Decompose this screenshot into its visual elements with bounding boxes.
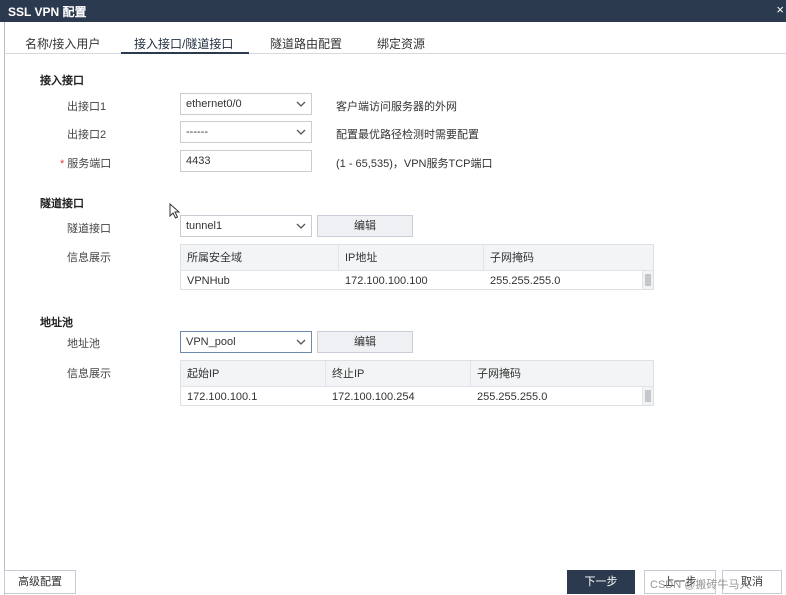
section-access-interface: 接入接口 xyxy=(40,75,84,87)
table-cell: 172.100.100.1 xyxy=(187,391,258,403)
chevron-down-icon xyxy=(296,101,306,107)
vertical-scrollbar[interactable] xyxy=(642,271,653,289)
chevron-down-icon xyxy=(296,339,306,345)
column-header: 子网掩码 xyxy=(490,252,534,264)
address-pool-label: 地址池 xyxy=(67,338,100,350)
active-tab-indicator xyxy=(121,52,249,54)
tunnel-info-table: 所属安全域 IP地址 子网掩码 VPNHub 172.100.100.100 2… xyxy=(180,244,654,290)
address-pool-select[interactable]: VPN_pool xyxy=(180,331,312,353)
address-pool-value: VPN_pool xyxy=(186,336,236,348)
tunnel-edit-button[interactable]: 编辑 xyxy=(317,215,413,237)
column-header: 起始IP xyxy=(181,361,326,387)
chevron-down-icon xyxy=(296,129,306,135)
tab-name-users[interactable]: 名称/接入用户 xyxy=(25,35,100,52)
service-port-input[interactable]: 4433 xyxy=(180,150,312,172)
dialog-title: SSL VPN 配置 xyxy=(8,5,87,19)
scrollbar-thumb[interactable] xyxy=(645,390,651,402)
watermark: CSDN @搬砖牛马人 xyxy=(650,579,751,591)
service-port-label: * 服务端口 xyxy=(60,155,111,171)
service-port-label-text: 服务端口 xyxy=(67,158,112,170)
advanced-config-button[interactable]: 高级配置 xyxy=(4,570,76,594)
column-header: 子网掩码 xyxy=(477,368,521,380)
tunnel-interface-value: tunnel1 xyxy=(186,220,223,232)
tunnel-info-label: 信息展示 xyxy=(67,252,111,264)
service-port-hint: (1 - 65,535)，VPN服务TCP端口 xyxy=(336,158,493,170)
out-interface1-hint: 客户端访问服务器的外网 xyxy=(336,101,457,113)
out-interface2-label: 出接口2 xyxy=(67,129,107,141)
tunnel-interface-label: 隧道接口 xyxy=(67,223,111,235)
mouse-cursor-icon xyxy=(169,203,181,219)
required-marker: * xyxy=(60,158,65,170)
out-interface1-label: 出接口1 xyxy=(67,101,107,113)
table-cell: VPNHub xyxy=(187,275,230,287)
section-tunnel-interface: 隧道接口 xyxy=(40,198,84,210)
chevron-down-icon xyxy=(296,223,306,229)
tab-bar: 名称/接入用户 接入接口/隧道接口 隧道路由配置 绑定资源 xyxy=(5,30,786,54)
pool-info-label: 信息展示 xyxy=(67,368,111,380)
column-header: IP地址 xyxy=(339,245,484,271)
tab-access-tunnel-interface[interactable]: 接入接口/隧道接口 xyxy=(134,35,233,52)
ssl-vpn-dialog: 名称/接入用户 接入接口/隧道接口 隧道路由配置 绑定资源 接入接口 出接口1 … xyxy=(4,22,786,595)
column-header: 所属安全域 xyxy=(181,245,339,271)
tab-bind-resource[interactable]: 绑定资源 xyxy=(377,35,425,52)
section-address-pool: 地址池 xyxy=(40,317,73,329)
out-interface1-select[interactable]: ethernet0/0 xyxy=(180,93,312,115)
table-header: 起始IP 终止IP 子网掩码 xyxy=(181,361,653,387)
tunnel-interface-select[interactable]: tunnel1 xyxy=(180,215,312,237)
dialog-titlebar: SSL VPN 配置 × xyxy=(0,0,786,22)
pool-edit-button[interactable]: 编辑 xyxy=(317,331,413,353)
out-interface2-select[interactable]: ------ xyxy=(180,121,312,143)
table-cell: 255.255.255.0 xyxy=(477,391,548,403)
column-header: 终止IP xyxy=(326,361,471,387)
out-interface2-hint: 配置最优路径检测时需要配置 xyxy=(336,129,479,141)
out-interface1-value: ethernet0/0 xyxy=(186,98,242,110)
table-cell: 255.255.255.0 xyxy=(490,275,561,287)
table-cell: 172.100.100.254 xyxy=(332,391,415,403)
next-step-button[interactable]: 下一步 xyxy=(567,570,635,594)
table-cell: 172.100.100.100 xyxy=(345,275,428,287)
tab-tunnel-route[interactable]: 隧道路由配置 xyxy=(270,35,342,52)
table-header: 所属安全域 IP地址 子网掩码 xyxy=(181,245,653,271)
scrollbar-thumb[interactable] xyxy=(645,274,651,286)
vertical-scrollbar[interactable] xyxy=(642,387,653,405)
pool-info-table: 起始IP 终止IP 子网掩码 172.100.100.1 172.100.100… xyxy=(180,360,654,406)
close-icon[interactable]: × xyxy=(776,2,784,17)
out-interface2-value: ------ xyxy=(186,126,208,138)
